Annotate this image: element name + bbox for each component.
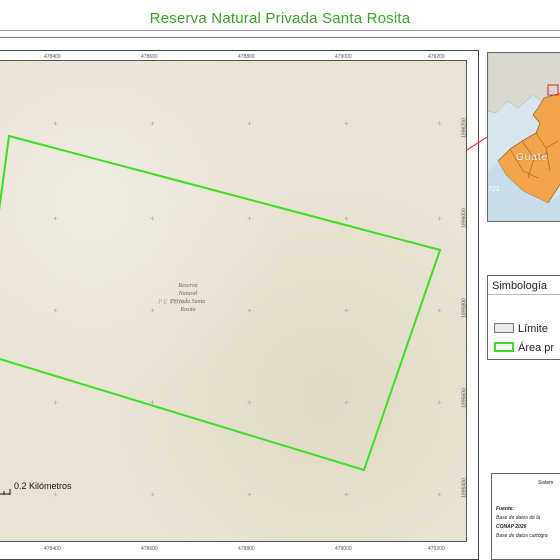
- reserve-name-label: Reserva Natural Privada Santa Rosita: [158, 282, 218, 314]
- legend-item-label: Área pr: [518, 342, 555, 354]
- reserve-boundary-polygon[interactable]: [0, 134, 442, 472]
- inset-note: 721: [488, 186, 500, 193]
- legend-swatch-green: [494, 342, 514, 352]
- reserve-name-line: Privada Santa: [170, 299, 206, 305]
- source-system-text: Sistem: [538, 480, 554, 486]
- source-panel: Sistem Fuente: Base de datos de la CONAP…: [491, 473, 560, 560]
- legend-item-label: Límite: [518, 323, 548, 335]
- x-tick-bottom: 478800: [238, 546, 255, 552]
- source-line: Base de datos de la: [496, 515, 541, 521]
- x-tick-bottom: 479200: [428, 546, 445, 552]
- title-divider: [0, 30, 560, 31]
- scale-bar-label: 0.2 Kilómetros: [14, 481, 72, 491]
- y-tick-right: 1896000: [461, 208, 468, 228]
- reserve-name-line: Natural: [178, 291, 198, 297]
- source-heading: Fuente:: [496, 506, 515, 512]
- y-tick-right: 1895800: [461, 298, 468, 318]
- main-map[interactable]: + + + + + + + + + + + + + + + + + + + + …: [0, 60, 467, 542]
- y-tick-right: 1895600: [461, 388, 468, 408]
- inset-svg: [488, 53, 560, 221]
- reserve-boundary-layer: [0, 134, 442, 472]
- legend-divider: [488, 294, 560, 295]
- reserve-name-line: Rosita: [180, 307, 196, 313]
- inset-location-map[interactable]: Guate 721: [487, 52, 560, 222]
- y-tick-right: 1895400: [461, 478, 468, 498]
- x-tick-bottom: 479000: [335, 546, 352, 552]
- reserve-name-line: Reserva: [178, 283, 198, 289]
- source-line: Base de datos cartogra: [496, 533, 548, 539]
- inset-country-label: Guate: [516, 152, 549, 163]
- source-line: CONAP 2026: [496, 524, 527, 530]
- legend-item-limit: Límite: [494, 323, 548, 335]
- x-tick-bottom: 478600: [141, 546, 158, 552]
- x-tick-bottom: 478400: [44, 546, 61, 552]
- legend-item-area: Área pr: [494, 342, 554, 354]
- legend-panel: Simbología Límite Área pr: [487, 275, 560, 360]
- map-title: Reserva Natural Privada Santa Rosita: [149, 10, 411, 27]
- legend-swatch-gray: [494, 323, 514, 333]
- title-bar: Reserva Natural Privada Santa Rosita: [0, 0, 560, 38]
- legend-title: Simbología: [492, 280, 548, 292]
